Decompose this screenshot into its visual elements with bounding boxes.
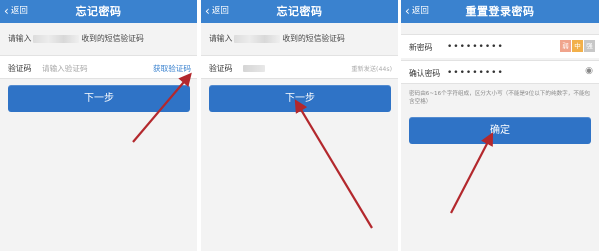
nav-bar: ‹ 返回 忘记密码 — [0, 0, 197, 23]
resend-countdown: 重新发送(44s) — [351, 66, 392, 73]
sms-hint: 请输入 收到的短信验证码 — [209, 33, 345, 44]
confirm-password-input[interactable] — [447, 66, 547, 80]
password-strength-meter: 弱 中 强 — [560, 40, 595, 52]
code-input-filled[interactable] — [243, 65, 265, 72]
hint-prefix: 请输入 — [8, 34, 32, 43]
confirm-password-row: 确认密码 ◉ — [401, 60, 599, 84]
get-code-link[interactable]: 获取验证码 — [153, 63, 191, 74]
sms-hint: 请输入 收到的短信验证码 — [8, 33, 144, 44]
next-button[interactable]: 下一步 — [209, 85, 391, 112]
screen-forgot-password-2: ‹ 返回 忘记密码 请输入 收到的短信验证码 验证码 重新发送(44s) 下一步 — [201, 0, 398, 251]
redacted-phone — [234, 34, 281, 43]
next-button[interactable]: 下一步 — [8, 85, 190, 112]
hint-suffix: 收到的短信验证码 — [282, 34, 345, 43]
strength-strong: 强 — [584, 40, 595, 52]
page-title: 忘记密码 — [75, 5, 122, 18]
page-title: 重置登录密码 — [465, 5, 535, 18]
code-label: 验证码 — [209, 64, 233, 73]
confirm-button[interactable]: 确定 — [409, 117, 591, 144]
nav-bar: ‹ 返回 忘记密码 — [201, 0, 398, 23]
new-password-row: 新密码 弱 中 强 — [401, 34, 599, 58]
code-input[interactable] — [42, 61, 142, 75]
nav-bar: ‹ 返回 重置登录密码 — [401, 0, 599, 23]
hint-suffix: 收到的短信验证码 — [81, 34, 144, 43]
code-row: 验证码 获取验证码 — [0, 55, 197, 79]
screen-forgot-password-1: ‹ 返回 忘记密码 请输入 收到的短信验证码 验证码 获取验证码 下一步 — [0, 0, 197, 251]
screen-reset-password: ‹ 返回 重置登录密码 新密码 弱 中 强 确认密码 ◉ 密码由6~16个字符组… — [401, 0, 599, 251]
code-label: 验证码 — [8, 64, 32, 73]
hint-prefix: 请输入 — [209, 34, 233, 43]
page-title: 忘记密码 — [276, 5, 323, 18]
redacted-phone — [33, 34, 80, 43]
confirm-password-label: 确认密码 — [409, 69, 441, 78]
strength-medium: 中 — [572, 40, 583, 52]
password-rule-text: 密码由6~16个字符组成，区分大小写（不能是9位以下的纯数字，不能包含空格） — [409, 91, 591, 105]
new-password-input[interactable] — [447, 40, 547, 54]
strength-weak: 弱 — [560, 40, 571, 52]
eye-icon[interactable]: ◉ — [585, 66, 593, 76]
code-row: 验证码 重新发送(44s) — [201, 55, 398, 79]
new-password-label: 新密码 — [409, 43, 433, 52]
